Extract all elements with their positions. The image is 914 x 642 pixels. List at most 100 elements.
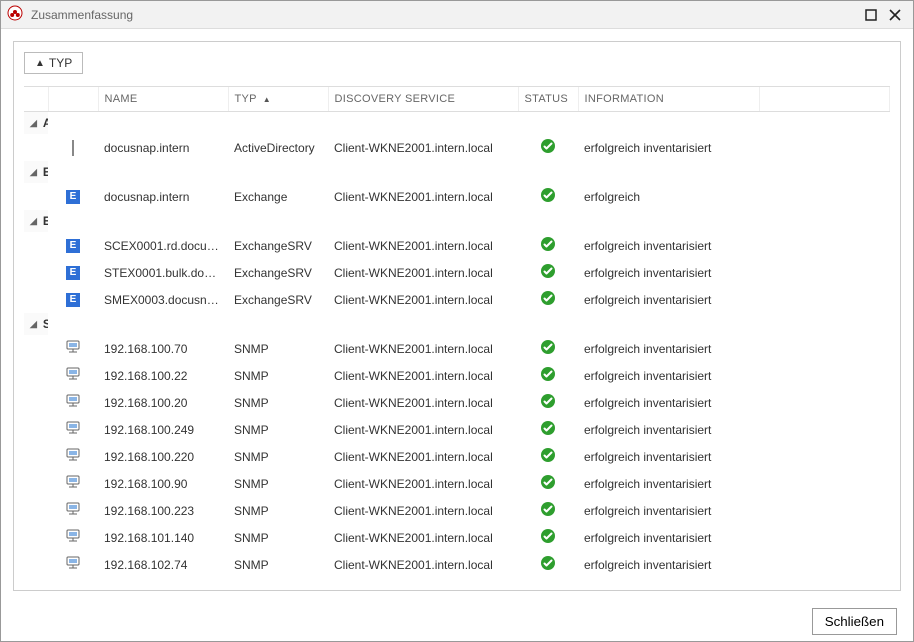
table-row[interactable]: 192.168.100.223SNMPClient-WKNE2001.inter…: [24, 497, 890, 524]
cell-info: erfolgreich inventarisiert: [578, 416, 760, 443]
close-button[interactable]: Schließen: [812, 608, 897, 635]
status-ok-icon: [540, 447, 556, 466]
cell-typ: SNMP: [228, 470, 328, 497]
footer: Schließen: [1, 601, 913, 641]
cell-info: erfolgreich inventarisiert: [578, 259, 760, 286]
grouping-typ-label: TYP: [49, 56, 72, 70]
host-icon: [65, 555, 81, 574]
table-row[interactable]: ESMEX0003.docusnap...ExchangeSRVClient-W…: [24, 286, 890, 313]
grid-scroll-area[interactable]: NAME TYP▲ DISCOVERY SERVICE STATUS INFOR…: [24, 86, 890, 580]
status-ok-icon: [540, 528, 556, 547]
cell-typ: Exchange: [228, 183, 328, 210]
group-name: SNMP: [43, 317, 48, 331]
group-row[interactable]: ◢ActiveDirectory: [24, 112, 890, 135]
collapse-icon[interactable]: ◢: [30, 118, 37, 129]
close-window-button[interactable]: [883, 3, 907, 27]
cell-info: erfolgreich inventarisiert: [578, 497, 760, 524]
status-ok-icon: [540, 339, 556, 358]
table-row[interactable]: 192.168.100.20SNMPClient-WKNE2001.intern…: [24, 389, 890, 416]
table-header-row: NAME TYP▲ DISCOVERY SERVICE STATUS INFOR…: [24, 87, 890, 112]
table-row[interactable]: 192.168.101.140SNMPClient-WKNE2001.inter…: [24, 524, 890, 551]
app-icon: [7, 5, 23, 24]
table-row[interactable]: 192.168.102.74SNMPClient-WKNE2001.intern…: [24, 551, 890, 578]
cell-typ: SNMP: [228, 362, 328, 389]
exchange-icon: E: [66, 293, 80, 307]
cell-typ: SNMP: [228, 497, 328, 524]
host-icon: [65, 393, 81, 412]
cell-discovery: Client-WKNE2001.intern.local: [328, 524, 518, 551]
cell-info: erfolgreich inventarisiert: [578, 335, 760, 362]
maximize-button[interactable]: [859, 3, 883, 27]
host-icon: [65, 528, 81, 547]
collapse-icon[interactable]: ◢: [30, 319, 37, 330]
cell-info: erfolgreich inventarisiert: [578, 389, 760, 416]
status-ok-icon: [540, 236, 556, 255]
cell-info: erfolgreich inventarisiert: [578, 578, 760, 580]
toggle-icon: [72, 141, 74, 155]
status-ok-icon: [540, 290, 556, 309]
table-row[interactable]: ESTEX0001.bulk.docus...ExchangeSRVClient…: [24, 259, 890, 286]
collapse-icon[interactable]: ◢: [30, 216, 37, 227]
status-ok-icon: [540, 555, 556, 574]
cell-discovery: Client-WKNE2001.intern.local: [328, 497, 518, 524]
col-name[interactable]: NAME: [98, 87, 228, 112]
cell-name: 192.168.100.20: [98, 389, 228, 416]
table-row[interactable]: Edocusnap.internExchangeClient-WKNE2001.…: [24, 183, 890, 210]
cell-typ: SNMP: [228, 389, 328, 416]
cell-info: erfolgreich inventarisiert: [578, 134, 760, 161]
col-info[interactable]: INFORMATION: [578, 87, 760, 112]
table-row[interactable]: 192.168.100.38SNMPClient-WKNE2001.intern…: [24, 578, 890, 580]
cell-discovery: Client-WKNE2001.intern.local: [328, 286, 518, 313]
cell-discovery: Client-WKNE2001.intern.local: [328, 259, 518, 286]
col-typ[interactable]: TYP▲: [228, 87, 328, 112]
exchange-icon: E: [66, 239, 80, 253]
status-ok-icon: [540, 420, 556, 439]
cell-name: 192.168.100.249: [98, 416, 228, 443]
sort-up-icon: ▲: [263, 95, 271, 104]
status-ok-icon: [540, 366, 556, 385]
cell-typ: ActiveDirectory: [228, 134, 328, 161]
status-ok-icon: [540, 263, 556, 282]
cell-name: 192.168.100.220: [98, 443, 228, 470]
cell-discovery: Client-WKNE2001.intern.local: [328, 134, 518, 161]
cell-name: STEX0001.bulk.docus...: [98, 259, 228, 286]
cell-name: SMEX0003.docusnap...: [98, 286, 228, 313]
collapse-icon[interactable]: ◢: [30, 167, 37, 178]
cell-name: docusnap.intern: [98, 134, 228, 161]
group-row[interactable]: ◢Exchange: [24, 161, 890, 183]
cell-info: erfolgreich inventarisiert: [578, 551, 760, 578]
group-row[interactable]: ◢ ExchangeSRV: [24, 210, 890, 232]
summary-window: Zusammenfassung ▲ TYP: [0, 0, 914, 642]
cell-discovery: Client-WKNE2001.intern.local: [328, 335, 518, 362]
col-discovery[interactable]: DISCOVERY SERVICE: [328, 87, 518, 112]
table-row[interactable]: 192.168.100.22SNMPClient-WKNE2001.intern…: [24, 362, 890, 389]
table-row[interactable]: 192.168.100.220SNMPClient-WKNE2001.inter…: [24, 443, 890, 470]
cell-discovery: Client-WKNE2001.intern.local: [328, 551, 518, 578]
group-row[interactable]: ◢ SNMP: [24, 313, 890, 335]
titlebar: Zusammenfassung: [1, 1, 913, 29]
cell-name: 192.168.100.38: [98, 578, 228, 580]
cell-discovery: Client-WKNE2001.intern.local: [328, 470, 518, 497]
col-status[interactable]: STATUS: [518, 87, 578, 112]
cell-discovery: Client-WKNE2001.intern.local: [328, 578, 518, 580]
status-ok-icon: [540, 501, 556, 520]
group-name: ExchangeSRV: [43, 214, 48, 228]
grouping-typ-button[interactable]: ▲ TYP: [24, 52, 83, 74]
table-row[interactable]: docusnap.internActiveDirectoryClient-WKN…: [24, 134, 890, 161]
table-row[interactable]: 192.168.100.90SNMPClient-WKNE2001.intern…: [24, 470, 890, 497]
table-row[interactable]: E SCEX0001.rd.docusna...ExchangeSRVClient…: [24, 232, 890, 259]
cell-discovery: Client-WKNE2001.intern.local: [328, 389, 518, 416]
cell-info: erfolgreich inventarisiert: [578, 362, 760, 389]
cell-discovery: Client-WKNE2001.intern.local: [328, 183, 518, 210]
cell-typ: ExchangeSRV: [228, 232, 328, 259]
table-row[interactable]: 192.168.100.249SNMPClient-WKNE2001.inter…: [24, 416, 890, 443]
host-icon: [65, 366, 81, 385]
cell-typ: SNMP: [228, 551, 328, 578]
cell-name: SCEX0001.rd.docusna...: [98, 232, 228, 259]
table-row[interactable]: 192.168.100.70SNMPClient-WKNE2001.intern…: [24, 335, 890, 362]
cell-discovery: Client-WKNE2001.intern.local: [328, 232, 518, 259]
status-ok-icon: [540, 138, 556, 157]
cell-typ: SNMP: [228, 524, 328, 551]
results-table: NAME TYP▲ DISCOVERY SERVICE STATUS INFOR…: [24, 87, 890, 580]
cell-typ: SNMP: [228, 416, 328, 443]
